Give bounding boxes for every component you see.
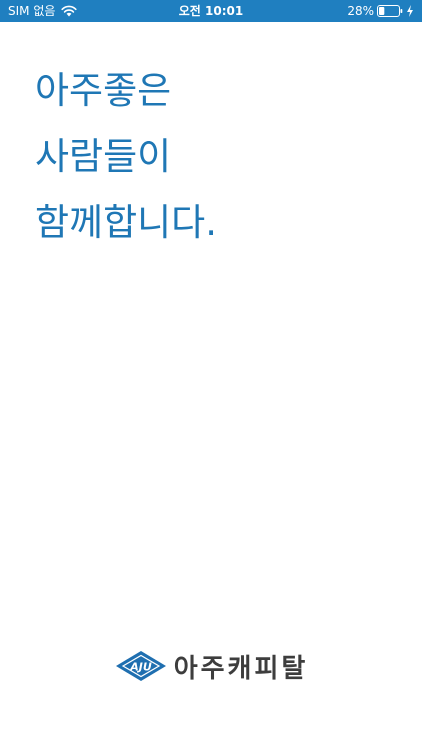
brand-name: 아주캐피탈 (173, 653, 309, 684)
status-bar: SIM 없음 오전 10:01 28% (0, 0, 422, 22)
battery-icon (377, 5, 403, 17)
brand-logo: AJU 아주캐피탈 (0, 646, 422, 686)
slogan-line-3: 함께합니다. (35, 201, 217, 244)
battery-percent: 28% (347, 4, 374, 18)
slogan-line-2: 사람들이 (35, 135, 172, 178)
status-right: 28% (347, 4, 414, 18)
slogan: 아주좋은 사람들이 함께합니다. (35, 58, 217, 256)
charging-icon (407, 5, 413, 17)
slogan-line-1: 아주좋은 (35, 69, 172, 112)
aju-logo-icon: AJU (115, 651, 166, 681)
battery-fill (379, 7, 385, 15)
logo-text: AJU (129, 661, 152, 674)
